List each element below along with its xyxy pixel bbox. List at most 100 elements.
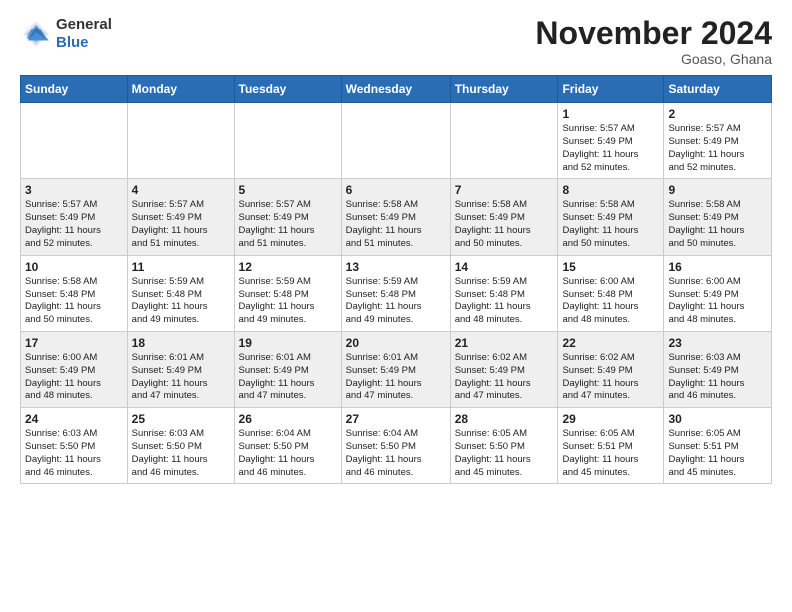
calendar-cell <box>341 103 450 179</box>
day-info: Sunrise: 5:58 AM Sunset: 5:49 PM Dayligh… <box>562 199 659 250</box>
calendar-cell: 6 Sunrise: 5:58 AM Sunset: 5:49 PM Daylig… <box>341 179 450 255</box>
day-info: Sunrise: 6:04 AM Sunset: 5:50 PM Dayligh… <box>346 428 446 479</box>
calendar-cell <box>234 103 341 179</box>
logo-blue: Blue <box>56 34 89 51</box>
calendar-cell: 23 Sunrise: 6:03 AM Sunset: 5:49 PM Dayli… <box>664 331 772 407</box>
day-info: Sunrise: 5:58 AM Sunset: 5:49 PM Dayligh… <box>668 199 767 250</box>
day-info: Sunrise: 6:03 AM Sunset: 5:49 PM Dayligh… <box>668 352 767 403</box>
calendar-week-5: 24 Sunrise: 6:03 AM Sunset: 5:50 PM Dayli… <box>21 408 772 484</box>
day-info: Sunrise: 5:57 AM Sunset: 5:49 PM Dayligh… <box>25 199 123 250</box>
day-number: 22 <box>562 336 659 350</box>
day-number: 13 <box>346 260 446 274</box>
day-info: Sunrise: 5:57 AM Sunset: 5:49 PM Dayligh… <box>562 123 659 174</box>
calendar-cell: 15 Sunrise: 6:00 AM Sunset: 5:48 PM Dayli… <box>558 255 664 331</box>
calendar-cell <box>450 103 558 179</box>
day-number: 28 <box>455 412 554 426</box>
day-info: Sunrise: 6:00 AM Sunset: 5:49 PM Dayligh… <box>668 276 767 327</box>
day-number: 6 <box>346 183 446 197</box>
calendar-cell: 3 Sunrise: 5:57 AM Sunset: 5:49 PM Daylig… <box>21 179 128 255</box>
day-info: Sunrise: 5:59 AM Sunset: 5:48 PM Dayligh… <box>132 276 230 327</box>
calendar-week-1: 1 Sunrise: 5:57 AM Sunset: 5:49 PM Daylig… <box>21 103 772 179</box>
day-info: Sunrise: 6:05 AM Sunset: 5:51 PM Dayligh… <box>668 428 767 479</box>
day-info: Sunrise: 5:58 AM Sunset: 5:49 PM Dayligh… <box>455 199 554 250</box>
calendar-week-2: 3 Sunrise: 5:57 AM Sunset: 5:49 PM Daylig… <box>21 179 772 255</box>
day-number: 4 <box>132 183 230 197</box>
calendar-week-3: 10 Sunrise: 5:58 AM Sunset: 5:48 PM Dayli… <box>21 255 772 331</box>
calendar-cell: 28 Sunrise: 6:05 AM Sunset: 5:50 PM Dayli… <box>450 408 558 484</box>
day-info: Sunrise: 5:59 AM Sunset: 5:48 PM Dayligh… <box>455 276 554 327</box>
calendar-cell: 2 Sunrise: 5:57 AM Sunset: 5:49 PM Daylig… <box>664 103 772 179</box>
day-number: 25 <box>132 412 230 426</box>
day-info: Sunrise: 6:02 AM Sunset: 5:49 PM Dayligh… <box>455 352 554 403</box>
col-friday: Friday <box>558 76 664 103</box>
logo-icon <box>20 18 52 50</box>
col-monday: Monday <box>127 76 234 103</box>
calendar-week-4: 17Sunrise: 6:00 AM Sunset: 5:49 PM Dayli… <box>21 331 772 407</box>
calendar-table: Sunday Monday Tuesday Wednesday Thursday… <box>20 75 772 484</box>
logo: General Blue <box>20 16 112 52</box>
day-number: 1 <box>562 107 659 121</box>
calendar-cell: 17Sunrise: 6:00 AM Sunset: 5:49 PM Dayli… <box>21 331 128 407</box>
day-info: Sunrise: 6:01 AM Sunset: 5:49 PM Dayligh… <box>132 352 230 403</box>
calendar-cell: 21 Sunrise: 6:02 AM Sunset: 5:49 PM Dayli… <box>450 331 558 407</box>
day-number: 29 <box>562 412 659 426</box>
day-number: 23 <box>668 336 767 350</box>
day-number: 14 <box>455 260 554 274</box>
day-number: 3 <box>25 183 123 197</box>
day-info: Sunrise: 6:05 AM Sunset: 5:50 PM Dayligh… <box>455 428 554 479</box>
day-number: 2 <box>668 107 767 121</box>
calendar-cell: 27 Sunrise: 6:04 AM Sunset: 5:50 PM Dayli… <box>341 408 450 484</box>
calendar-cell: 14 Sunrise: 5:59 AM Sunset: 5:48 PM Dayli… <box>450 255 558 331</box>
day-info: Sunrise: 5:59 AM Sunset: 5:48 PM Dayligh… <box>346 276 446 327</box>
title-block: November 2024 Goaso, Ghana <box>535 16 772 67</box>
calendar-cell: 9 Sunrise: 5:58 AM Sunset: 5:49 PM Daylig… <box>664 179 772 255</box>
calendar-cell: 24 Sunrise: 6:03 AM Sunset: 5:50 PM Dayli… <box>21 408 128 484</box>
day-info: Sunrise: 6:00 AM Sunset: 5:48 PM Dayligh… <box>562 276 659 327</box>
calendar-cell: 5Sunrise: 5:57 AM Sunset: 5:49 PM Daylig… <box>234 179 341 255</box>
day-info: Sunrise: 5:57 AM Sunset: 5:49 PM Dayligh… <box>668 123 767 174</box>
day-number: 15 <box>562 260 659 274</box>
calendar-cell <box>21 103 128 179</box>
logo-general: General <box>56 16 112 33</box>
calendar-cell: 11Sunrise: 5:59 AM Sunset: 5:48 PM Dayli… <box>127 255 234 331</box>
calendar-cell: 1 Sunrise: 5:57 AM Sunset: 5:49 PM Daylig… <box>558 103 664 179</box>
day-number: 20 <box>346 336 446 350</box>
calendar-cell: 25Sunrise: 6:03 AM Sunset: 5:50 PM Dayli… <box>127 408 234 484</box>
col-wednesday: Wednesday <box>341 76 450 103</box>
calendar-cell: 29Sunrise: 6:05 AM Sunset: 5:51 PM Dayli… <box>558 408 664 484</box>
day-number: 21 <box>455 336 554 350</box>
day-number: 10 <box>25 260 123 274</box>
day-info: Sunrise: 6:02 AM Sunset: 5:49 PM Dayligh… <box>562 352 659 403</box>
day-number: 27 <box>346 412 446 426</box>
day-info: Sunrise: 5:57 AM Sunset: 5:49 PM Dayligh… <box>132 199 230 250</box>
day-number: 18 <box>132 336 230 350</box>
day-info: Sunrise: 6:01 AM Sunset: 5:49 PM Dayligh… <box>239 352 337 403</box>
day-info: Sunrise: 6:03 AM Sunset: 5:50 PM Dayligh… <box>25 428 123 479</box>
month-title: November 2024 <box>535 16 772 51</box>
col-sunday: Sunday <box>21 76 128 103</box>
calendar-cell: 19 Sunrise: 6:01 AM Sunset: 5:49 PM Dayli… <box>234 331 341 407</box>
calendar-cell: 22 Sunrise: 6:02 AM Sunset: 5:49 PM Dayli… <box>558 331 664 407</box>
day-info: Sunrise: 6:04 AM Sunset: 5:50 PM Dayligh… <box>239 428 337 479</box>
day-number: 8 <box>562 183 659 197</box>
day-number: 26 <box>239 412 337 426</box>
calendar-cell: 10 Sunrise: 5:58 AM Sunset: 5:48 PM Dayli… <box>21 255 128 331</box>
day-info: Sunrise: 6:01 AM Sunset: 5:49 PM Dayligh… <box>346 352 446 403</box>
day-number: 24 <box>25 412 123 426</box>
day-info: Sunrise: 5:57 AM Sunset: 5:49 PM Dayligh… <box>239 199 337 250</box>
day-number: 9 <box>668 183 767 197</box>
calendar-cell: 26 Sunrise: 6:04 AM Sunset: 5:50 PM Dayli… <box>234 408 341 484</box>
day-info: Sunrise: 5:58 AM Sunset: 5:49 PM Dayligh… <box>346 199 446 250</box>
calendar-cell: 13 Sunrise: 5:59 AM Sunset: 5:48 PM Dayli… <box>341 255 450 331</box>
location: Goaso, Ghana <box>535 51 772 67</box>
calendar-cell: 18 Sunrise: 6:01 AM Sunset: 5:49 PM Dayli… <box>127 331 234 407</box>
calendar-cell: 4 Sunrise: 5:57 AM Sunset: 5:49 PM Daylig… <box>127 179 234 255</box>
day-info: Sunrise: 6:00 AM Sunset: 5:49 PM Dayligh… <box>25 352 123 403</box>
calendar-cell: 12Sunrise: 5:59 AM Sunset: 5:48 PM Dayli… <box>234 255 341 331</box>
col-saturday: Saturday <box>664 76 772 103</box>
calendar-cell: 7Sunrise: 5:58 AM Sunset: 5:49 PM Daylig… <box>450 179 558 255</box>
day-info: Sunrise: 5:58 AM Sunset: 5:48 PM Dayligh… <box>25 276 123 327</box>
day-number: 19 <box>239 336 337 350</box>
calendar-cell: 8 Sunrise: 5:58 AM Sunset: 5:49 PM Daylig… <box>558 179 664 255</box>
day-number: 12 <box>239 260 337 274</box>
